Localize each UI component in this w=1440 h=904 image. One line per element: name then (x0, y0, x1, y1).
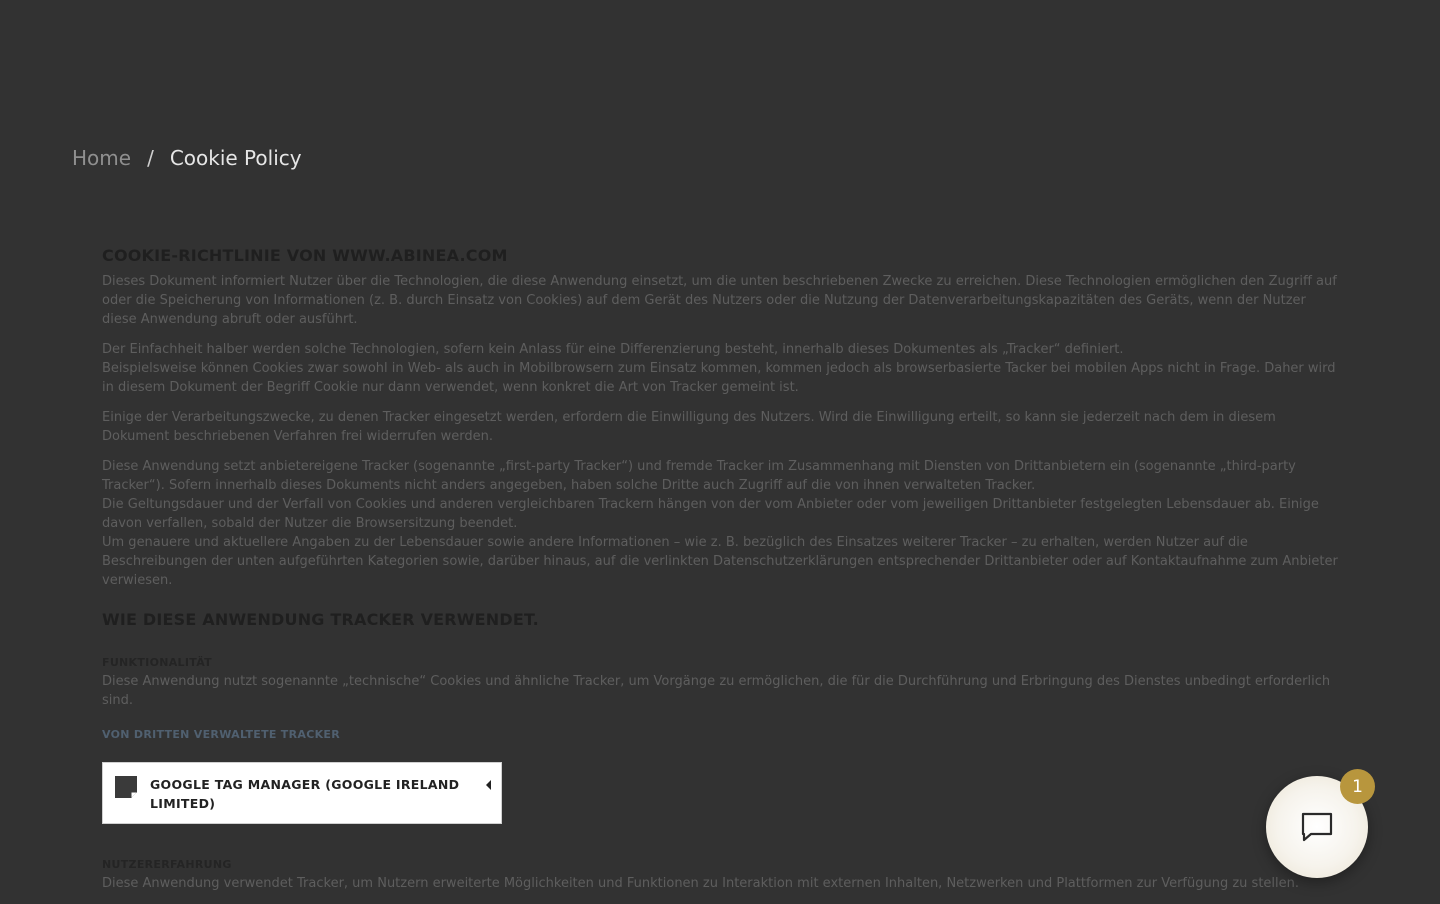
policy-title: COOKIE-RICHTLINIE VON WWW.ABINEA.COM (102, 246, 508, 265)
policy-paragraph: Diese Anwendung setzt anbietereigene Tra… (102, 457, 1342, 590)
experience-text: Diese Anwendung verwendet Tracker, um Nu… (102, 876, 1300, 891)
breadcrumb-current: Cookie Policy (169, 146, 302, 170)
policy-paragraph-line: Die Geltungsdauer und der Verfall von Co… (102, 497, 1319, 531)
policy-paragraph: Der Einfachheit halber werden solche Tec… (102, 340, 1342, 397)
policy-paragraph-line: Diese Anwendung setzt anbietereigene Tra… (102, 459, 1296, 493)
breadcrumb: Home / Cookie Policy (72, 146, 302, 170)
third-party-heading: VON DRITTEN VERWALTETE TRACKER (102, 728, 340, 741)
policy-paragraph-line: Um genauere und aktuellere Angaben zu de… (102, 535, 1338, 588)
caret-left-icon[interactable] (486, 780, 491, 790)
functionality-heading: FUNKTIONALITÄT (102, 656, 212, 669)
policy-paragraph: Einige der Verarbeitungszwecke, zu denen… (102, 410, 1276, 444)
policy-content: COOKIE-RICHTLINIE VON WWW.ABINEA.COM Die… (102, 246, 1342, 904)
tracker-name: GOOGLE TAG MANAGER (GOOGLE IRELAND LIMIT… (150, 777, 460, 811)
breadcrumb-home-link[interactable]: Home (72, 146, 131, 170)
policy-paragraph-line: Beispielsweise können Cookies zwar sowoh… (102, 361, 1336, 395)
tracker-google-tag-manager[interactable]: GOOGLE TAG MANAGER (GOOGLE IRELAND LIMIT… (102, 762, 502, 824)
functionality-text: Diese Anwendung nutzt sogenannte „techni… (102, 674, 1331, 708)
section-title: WIE DIESE ANWENDUNG TRACKER VERWENDET. (102, 610, 539, 629)
document-icon (115, 776, 137, 798)
chat-bubble-icon (1301, 812, 1333, 842)
notification-badge: 1 (1340, 769, 1375, 804)
policy-paragraph: Dieses Dokument informiert Nutzer über d… (102, 274, 1337, 327)
experience-heading: NUTZERERFAHRUNG (102, 858, 232, 871)
policy-paragraph-line: Der Einfachheit halber werden solche Tec… (102, 342, 1124, 357)
breadcrumb-separator: / (147, 146, 154, 170)
